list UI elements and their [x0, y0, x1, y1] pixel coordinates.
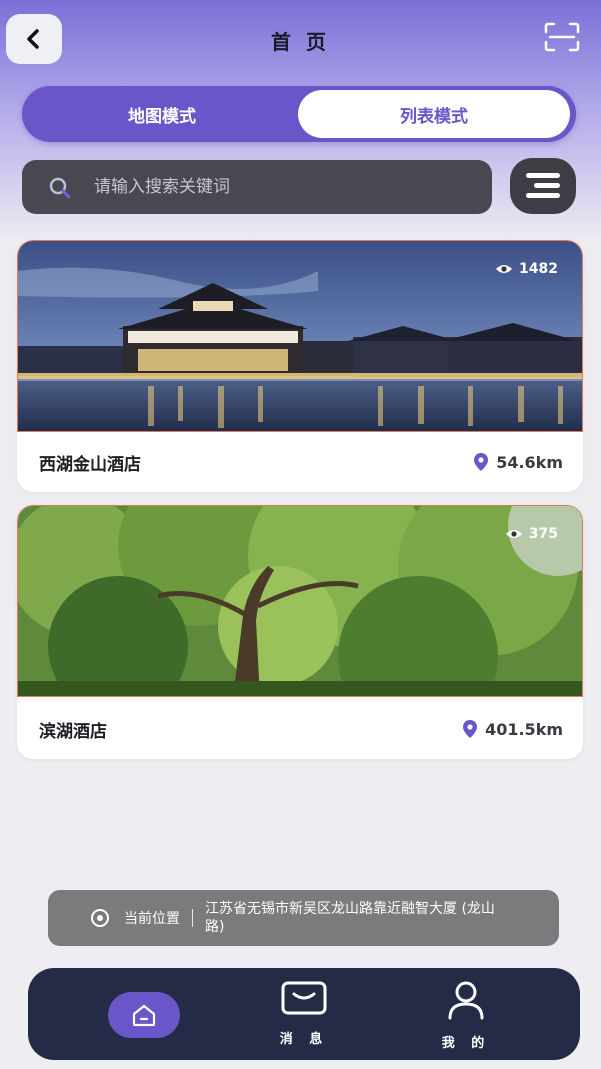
distance-value: 54.6km [496, 452, 563, 472]
scan-icon[interactable] [544, 22, 580, 52]
filter-icon-line [526, 193, 560, 198]
target-icon [91, 909, 109, 927]
location-pin-icon [463, 720, 478, 738]
hotel-card[interactable]: 1482 西湖金山酒店 54.6km [17, 240, 583, 492]
mode-toggle: 地图模式 列表模式 [22, 86, 576, 142]
distance: 401.5km [463, 720, 563, 739]
tab-list-mode[interactable]: 列表模式 [298, 90, 570, 138]
search-box [22, 160, 492, 214]
message-icon [281, 981, 327, 1015]
filter-button[interactable] [510, 158, 576, 214]
view-count: 375 [505, 526, 558, 542]
view-count-value: 375 [528, 526, 558, 542]
nav-messages-label: 消 息 [279, 1032, 329, 1047]
location-label: 当前位置 [124, 911, 180, 927]
card-info: 滨湖酒店 401.5km [17, 699, 583, 759]
nav-me-label: 我 的 [441, 1036, 491, 1051]
view-count-value: 1482 [519, 261, 558, 277]
distance-value: 401.5km [485, 719, 563, 739]
tab-map-mode[interactable]: 地图模式 [26, 90, 298, 138]
bottom-nav: 消 息 我 的 [28, 968, 580, 1060]
current-location-bar[interactable]: 当前位置 江苏省无锡市新吴区龙山路靠近融智大厦 (龙山路) [48, 890, 559, 946]
view-count: 1482 [495, 261, 558, 277]
hotel-card[interactable]: 375 滨湖酒店 401.5km [17, 505, 583, 759]
location-address: 江苏省无锡市新吴区龙山路靠近融智大厦 (龙山路) [205, 901, 495, 935]
distance: 54.6km [474, 453, 563, 472]
nav-messages[interactable]: 消 息 [264, 980, 344, 1047]
hotel-image: 375 [17, 505, 583, 697]
hotel-name: 西湖金山酒店 [39, 454, 141, 475]
page-title: 首 页 [271, 30, 330, 54]
location-pin-icon [474, 453, 489, 471]
nav-home[interactable] [108, 992, 180, 1038]
search-input[interactable] [94, 172, 474, 202]
nav-me[interactable]: 我 的 [426, 980, 506, 1051]
eye-icon [505, 530, 522, 538]
divider [192, 909, 193, 927]
user-icon [448, 981, 484, 1020]
hotel-name: 滨湖酒店 [39, 721, 107, 742]
home-icon [132, 1004, 156, 1027]
hotel-image: 1482 [17, 240, 583, 432]
search-icon [49, 177, 71, 199]
eye-icon [496, 265, 513, 273]
card-info: 西湖金山酒店 54.6km [17, 432, 583, 492]
header: 首 页 [0, 0, 601, 80]
filter-icon-line [534, 183, 560, 188]
filter-icon [526, 173, 560, 178]
